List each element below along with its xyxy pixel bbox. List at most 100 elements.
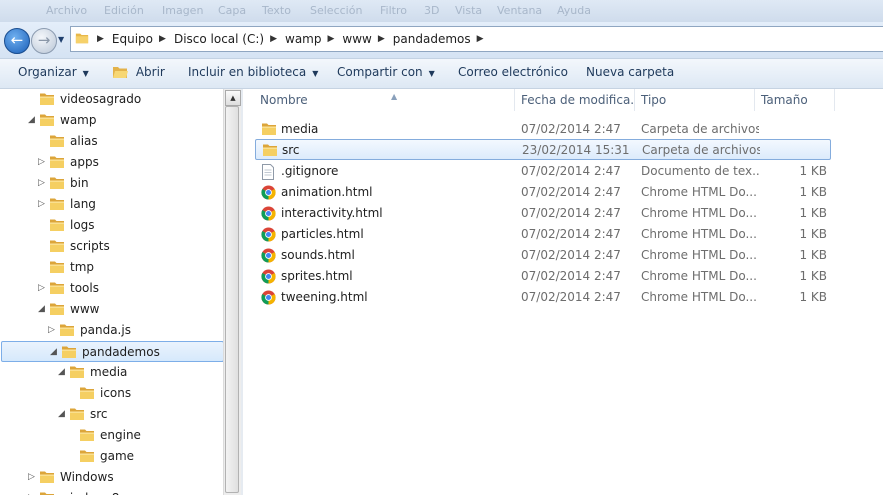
- folder-icon: [69, 407, 85, 424]
- tree-item[interactable]: ▷ Windows: [0, 467, 223, 487]
- expand-arrow-icon[interactable]: ◢: [50, 347, 57, 357]
- file-date: 07/02/2014 2:47: [521, 227, 621, 241]
- tree-item-label: tools: [70, 281, 99, 295]
- tree-item[interactable]: ▷ panda.js: [0, 320, 223, 340]
- folder-icon: [79, 428, 95, 445]
- file-row[interactable]: src 23/02/2014 15:31 Carpeta de archivos: [255, 139, 831, 160]
- file-type: Chrome HTML Do...: [641, 290, 757, 304]
- tree-scrollbar[interactable]: ▲: [223, 89, 241, 495]
- file-row[interactable]: sounds.html 07/02/2014 2:47 Chrome HTML Do…: [255, 245, 831, 266]
- file-row[interactable]: media 07/02/2014 2:47 Carpeta de archivos: [255, 119, 831, 140]
- folder-icon: [261, 122, 277, 139]
- file-row[interactable]: animation.html 07/02/2014 2:47 Chrome HTML…: [255, 182, 831, 203]
- breadcrumb-separator[interactable]: ▶: [97, 34, 104, 44]
- organize-button[interactable]: Organizar ▼: [18, 59, 89, 88]
- tree-item[interactable]: game: [0, 446, 223, 466]
- file-name: sounds.html: [281, 248, 355, 262]
- breadcrumb-item[interactable]: www: [342, 32, 371, 46]
- breadcrumb-separator[interactable]: ▶: [328, 34, 335, 44]
- file-date: 07/02/2014 2:47: [521, 185, 621, 199]
- collapse-arrow-icon[interactable]: ▷: [38, 283, 45, 293]
- address-box[interactable]: ▶ Equipo ▶ Disco local (C:) ▶ wamp ▶ www…: [70, 26, 883, 52]
- tree-item[interactable]: icons: [0, 383, 223, 403]
- new-folder-button[interactable]: Nueva carpeta: [586, 59, 674, 88]
- column-header-date[interactable]: Fecha de modifica...: [516, 89, 635, 111]
- tree-item[interactable]: ◢ src: [0, 404, 223, 424]
- open-label: Abrir: [135, 65, 165, 79]
- file-row[interactable]: particles.html 07/02/2014 2:47 Chrome HTML…: [255, 224, 831, 245]
- tree-item[interactable]: ◢ www: [0, 299, 223, 319]
- tree-item[interactable]: ◢ media: [0, 362, 223, 382]
- collapse-arrow-icon[interactable]: ▷: [38, 157, 45, 167]
- breadcrumb-item[interactable]: wamp: [285, 32, 321, 46]
- scroll-thumb[interactable]: [225, 106, 239, 493]
- file-row[interactable]: tweening.html 07/02/2014 2:47 Chrome HTML …: [255, 287, 831, 308]
- email-button[interactable]: Correo electrónico: [458, 59, 568, 88]
- tree-item[interactable]: ▷ tools: [0, 278, 223, 298]
- file-size: 1 KB: [799, 248, 827, 262]
- expand-arrow-icon[interactable]: ◢: [58, 409, 65, 419]
- tree-item[interactable]: tmp: [0, 257, 223, 277]
- command-bar: Organizar ▼ Abrir Incluir en biblioteca ▼ …: [0, 59, 883, 89]
- folder-icon: [262, 143, 278, 160]
- share-label: Compartir con: [337, 65, 423, 79]
- file-row[interactable]: .gitignore 07/02/2014 2:47 Documento de te…: [255, 161, 831, 182]
- tree-item[interactable]: ◢ pandademos: [1, 341, 223, 362]
- file-date: 07/02/2014 2:47: [521, 248, 621, 262]
- column-name-label: Nombre: [260, 93, 308, 107]
- tree-item[interactable]: ▷ lang: [0, 194, 223, 214]
- chevron-down-icon: ▼: [428, 69, 435, 78]
- file-date: 07/02/2014 2:47: [521, 269, 621, 283]
- background-menubar: Archivo Edición Imagen Capa Texto Selecc…: [0, 0, 883, 22]
- tree-item-label: pandademos: [82, 345, 160, 359]
- file-name: src: [282, 143, 300, 157]
- file-list[interactable]: Nombre ▲ Fecha de modifica... Tipo Tamañ…: [243, 89, 883, 495]
- recent-pages-button[interactable]: ▼: [58, 35, 64, 44]
- tree-item[interactable]: engine: [0, 425, 223, 445]
- tree-item[interactable]: ▷ bin: [0, 173, 223, 193]
- file-row[interactable]: interactivity.html 07/02/2014 2:47 Chrome …: [255, 203, 831, 224]
- breadcrumb-separator[interactable]: ▶: [159, 34, 166, 44]
- expand-arrow-icon[interactable]: ◢: [38, 304, 45, 314]
- expand-arrow-icon[interactable]: ◢: [28, 115, 35, 125]
- tree-item[interactable]: scripts: [0, 236, 223, 256]
- breadcrumb-item[interactable]: Equipo: [112, 32, 153, 46]
- breadcrumb-separator[interactable]: ▶: [477, 34, 484, 44]
- tree-item[interactable]: logs: [0, 215, 223, 235]
- share-with-button[interactable]: Compartir con ▼: [337, 59, 435, 88]
- column-header-name[interactable]: Nombre ▲: [255, 89, 515, 111]
- tree-item[interactable]: ▷ apps: [0, 152, 223, 172]
- back-button[interactable]: ←: [4, 28, 30, 54]
- column-header-type[interactable]: Tipo: [636, 89, 755, 111]
- breadcrumb-separator[interactable]: ▶: [270, 34, 277, 44]
- tree-item[interactable]: ▷windows8: [0, 488, 223, 495]
- tree-item[interactable]: ◢ wamp: [0, 110, 223, 130]
- tree-item-label: lang: [70, 197, 96, 211]
- collapse-arrow-icon[interactable]: ▷: [48, 325, 55, 335]
- folder-icon: [49, 197, 65, 214]
- breadcrumb-item[interactable]: pandademos: [393, 32, 471, 46]
- file-row[interactable]: sprites.html 07/02/2014 2:47 Chrome HTML D…: [255, 266, 831, 287]
- file-name: particles.html: [281, 227, 364, 241]
- expand-arrow-icon[interactable]: ◢: [58, 367, 65, 377]
- navigation-tree[interactable]: videosagrado ◢ wamp alias ▷ apps ▷ bin ▷ lang logs…: [0, 89, 223, 495]
- collapse-arrow-icon[interactable]: ▷: [28, 472, 35, 482]
- folder-icon: [79, 386, 95, 403]
- scroll-up-button[interactable]: ▲: [225, 90, 241, 106]
- breadcrumb-separator[interactable]: ▶: [378, 34, 385, 44]
- file-name: interactivity.html: [281, 206, 383, 220]
- menu-item: Imagen: [162, 4, 204, 17]
- file-size: 1 KB: [799, 227, 827, 241]
- tree-item[interactable]: alias: [0, 131, 223, 151]
- tree-item[interactable]: videosagrado: [0, 89, 223, 109]
- chevron-down-icon: ▼: [312, 69, 319, 78]
- open-button[interactable]: Abrir: [112, 59, 165, 88]
- chevron-down-icon: ▼: [82, 69, 89, 78]
- menu-item: Archivo: [46, 4, 88, 17]
- collapse-arrow-icon[interactable]: ▷: [38, 178, 45, 188]
- collapse-arrow-icon[interactable]: ▷: [38, 199, 45, 209]
- include-in-library-button[interactable]: Incluir en biblioteca ▼: [188, 59, 318, 88]
- breadcrumb-item[interactable]: Disco local (C:): [174, 32, 264, 46]
- forward-button[interactable]: →: [31, 28, 57, 54]
- column-header-size[interactable]: Tamaño: [756, 89, 835, 111]
